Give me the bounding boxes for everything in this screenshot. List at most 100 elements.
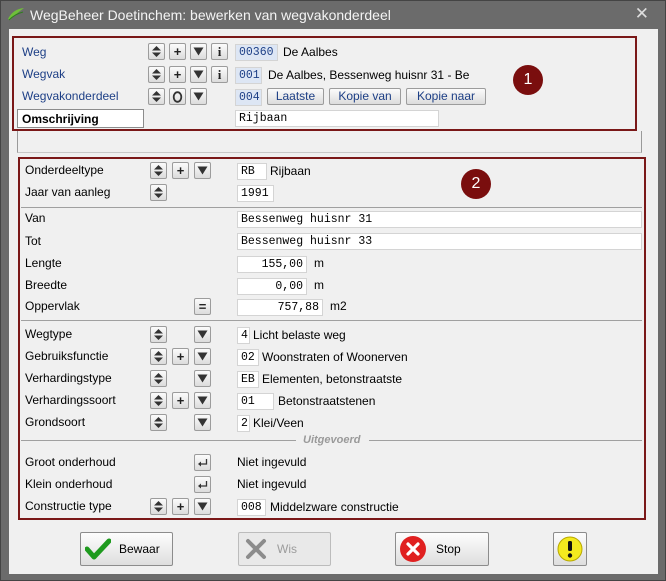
- groot-onderhoud-label: Groot onderhoud: [25, 455, 116, 469]
- window-title: WegBeheer Doetinchem: bewerken van wegva…: [30, 7, 391, 23]
- divider-left: [21, 440, 296, 441]
- form-body: 1 Weg + i 00360 De Aalbes Wegvak + i 001…: [9, 29, 658, 574]
- plus-icon[interactable]: +: [169, 43, 186, 60]
- section-badge-2: 2: [461, 169, 491, 199]
- wegvakonderdeel-label[interactable]: Wegvakonderdeel: [22, 89, 119, 103]
- constructie-type-value: Middelzware constructie: [270, 500, 399, 514]
- wis-button[interactable]: Wis: [238, 532, 331, 566]
- wegvakonderdeel-code[interactable]: 004: [235, 89, 262, 106]
- bewaar-label: Bewaar: [119, 542, 160, 556]
- jaar-input[interactable]: 1991: [237, 185, 274, 202]
- up-down-icon[interactable]: [148, 88, 165, 105]
- close-icon[interactable]: ✕: [635, 4, 649, 24]
- plus-icon[interactable]: +: [172, 392, 189, 409]
- stop-label: Stop: [436, 542, 461, 556]
- return-icon[interactable]: [194, 476, 211, 493]
- triangle-down-icon[interactable]: [194, 498, 211, 515]
- plus-icon[interactable]: +: [172, 162, 189, 179]
- omschrijving-tab[interactable]: Omschrijving: [17, 109, 144, 128]
- triangle-down-icon[interactable]: [194, 370, 211, 387]
- verhardingssoort-code[interactable]: 01: [237, 393, 274, 410]
- laatste-button[interactable]: Laatste: [267, 88, 324, 105]
- lengte-input[interactable]: 155,00: [237, 256, 307, 273]
- wis-label: Wis: [277, 542, 297, 556]
- verhardingstype-label: Verhardingstype: [25, 371, 112, 385]
- klein-onderhoud-value: Niet ingevuld: [237, 477, 307, 491]
- return-icon[interactable]: [194, 454, 211, 471]
- up-down-icon[interactable]: [150, 392, 167, 409]
- stop-button[interactable]: Stop: [395, 532, 489, 566]
- triangle-down-icon[interactable]: [190, 66, 207, 83]
- triangle-down-icon[interactable]: [194, 392, 211, 409]
- up-down-icon[interactable]: [150, 498, 167, 515]
- onderdeeltype-code[interactable]: RB: [237, 163, 267, 180]
- triangle-down-icon[interactable]: [194, 348, 211, 365]
- grondsoort-code[interactable]: 2: [237, 415, 250, 432]
- up-down-icon[interactable]: [150, 162, 167, 179]
- wegvak-code[interactable]: 001: [235, 67, 262, 84]
- stop-icon: [398, 535, 428, 563]
- breedte-label: Breedte: [25, 278, 68, 292]
- triangle-down-icon[interactable]: [194, 414, 211, 431]
- info-icon[interactable]: i: [211, 43, 228, 60]
- gebruiksfunctie-code[interactable]: 02: [237, 349, 259, 366]
- equals-icon[interactable]: =: [194, 298, 211, 315]
- klein-onderhoud-label: Klein onderhoud: [25, 477, 113, 491]
- omschrijving-input[interactable]: Rijbaan: [235, 110, 439, 127]
- divider: [21, 320, 642, 321]
- plus-icon[interactable]: +: [169, 66, 186, 83]
- wegtype-code[interactable]: 4: [237, 327, 250, 344]
- gebruiksfunctie-value: Woonstraten of Woonerven: [262, 350, 408, 364]
- kopie-naar-button[interactable]: Kopie naar: [406, 88, 486, 105]
- up-down-icon[interactable]: [148, 43, 165, 60]
- plus-icon[interactable]: +: [172, 498, 189, 515]
- app-window: WegBeheer Doetinchem: bewerken van wegva…: [0, 0, 666, 581]
- zero-icon[interactable]: [169, 88, 186, 105]
- gebruiksfunctie-label: Gebruiksfunctie: [25, 349, 109, 363]
- divider: [21, 207, 642, 208]
- up-down-icon[interactable]: [148, 66, 165, 83]
- weg-code[interactable]: 00360: [235, 44, 278, 61]
- tot-label: Tot: [25, 234, 42, 248]
- jaar-label: Jaar van aanleg: [25, 185, 111, 199]
- onderdeeltype-value: Rijbaan: [270, 164, 311, 178]
- grondsoort-value: Klei/Veen: [253, 416, 304, 430]
- warning-button[interactable]: [553, 532, 587, 566]
- van-label: Van: [25, 211, 46, 225]
- up-down-icon[interactable]: [150, 348, 167, 365]
- tot-input[interactable]: Bessenweg huisnr 33: [237, 233, 642, 250]
- triangle-down-icon[interactable]: [194, 162, 211, 179]
- up-down-icon[interactable]: [150, 414, 167, 431]
- app-logo-icon: [8, 8, 24, 21]
- wegvak-label[interactable]: Wegvak: [22, 67, 65, 81]
- constructie-type-code[interactable]: 008: [237, 499, 266, 516]
- title-bar: WegBeheer Doetinchem: bewerken van wegva…: [1, 1, 665, 29]
- oppervlak-input[interactable]: 757,88: [237, 299, 323, 316]
- triangle-down-icon[interactable]: [190, 88, 207, 105]
- divider-right: [369, 440, 642, 441]
- constructie-type-label: Constructie type: [25, 499, 112, 513]
- x-icon: [241, 535, 271, 563]
- info-icon[interactable]: i: [211, 66, 228, 83]
- lengte-label: Lengte: [25, 256, 62, 270]
- triangle-down-icon[interactable]: [190, 43, 207, 60]
- up-down-icon[interactable]: [150, 370, 167, 387]
- onderdeeltype-label: Onderdeeltype: [25, 163, 104, 177]
- oppervlak-unit: m2: [330, 299, 347, 313]
- wegtype-label: Wegtype: [25, 327, 73, 341]
- plus-icon[interactable]: +: [172, 348, 189, 365]
- breedte-unit: m: [314, 278, 324, 292]
- warning-icon: [557, 536, 583, 562]
- bewaar-button[interactable]: Bewaar: [80, 532, 173, 566]
- kopie-van-button[interactable]: Kopie van: [329, 88, 401, 105]
- verhardingstype-code[interactable]: EB: [237, 371, 259, 388]
- van-input[interactable]: Bessenweg huisnr 31: [237, 211, 642, 228]
- up-down-icon[interactable]: [150, 184, 167, 201]
- tab-content-frame: [17, 131, 642, 153]
- groot-onderhoud-value: Niet ingevuld: [237, 455, 307, 469]
- weg-label[interactable]: Weg: [22, 45, 46, 59]
- triangle-down-icon[interactable]: [194, 326, 211, 343]
- up-down-icon[interactable]: [150, 326, 167, 343]
- section-badge-1: 1: [513, 65, 543, 95]
- breedte-input[interactable]: 0,00: [237, 278, 307, 295]
